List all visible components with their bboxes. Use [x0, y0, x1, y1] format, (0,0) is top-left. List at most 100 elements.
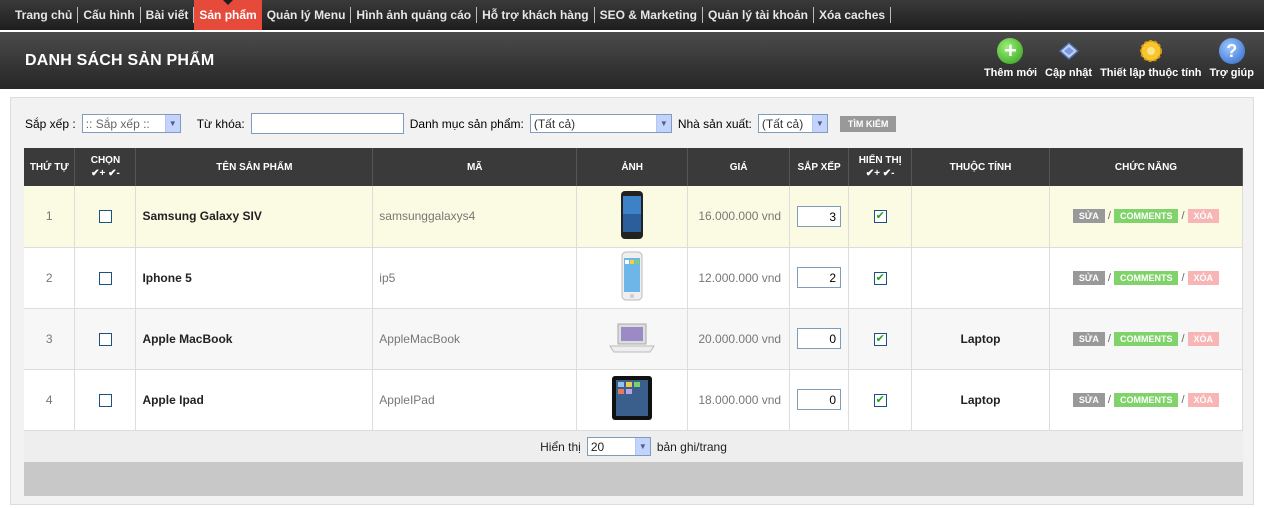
update-button[interactable]: Cập nhật [1045, 38, 1092, 79]
delete-button[interactable]: XÓA [1187, 331, 1220, 346]
attribute-settings-label: Thiết lập thuộc tính [1100, 67, 1202, 79]
visible-all-icon[interactable]: ✔+ ✔- [866, 168, 895, 179]
header-code: MÃ [372, 148, 578, 186]
edit-button[interactable]: SỬA [1072, 209, 1105, 224]
row-select-cell [74, 186, 137, 248]
edit-button[interactable]: SỬA [1072, 270, 1105, 285]
visible-cell [848, 369, 913, 431]
action-sep: / [1107, 210, 1111, 223]
sort-cell: 3 [789, 186, 850, 248]
category-label: Danh mục sản phẩm: [409, 116, 524, 131]
action-sep: / [1181, 393, 1185, 406]
delete-button[interactable]: XÓA [1187, 392, 1220, 407]
comments-button[interactable]: COMMENTS [1113, 331, 1179, 346]
visible-checkbox[interactable] [873, 209, 887, 224]
row-checkbox[interactable] [98, 393, 112, 407]
product-attribute [911, 247, 1050, 309]
comments-button[interactable]: COMMENTS [1113, 270, 1179, 285]
chevron-down-icon: ▼ [811, 115, 827, 132]
sort-order-input[interactable]: 2 [797, 267, 842, 288]
header-sort: SẮP XẾP [789, 148, 850, 186]
select-all-icon[interactable]: ✔+ ✔- [91, 168, 120, 179]
table-row: 2 Iphone 5 ip5 12.000.000 vnd 2 SỬA/ COM… [24, 247, 1244, 309]
comments-button[interactable]: COMMENTS [1113, 392, 1179, 407]
visible-checkbox[interactable] [873, 332, 887, 346]
per-page-select[interactable]: 20 ▼ [586, 437, 651, 456]
toolbar: + Thêm mới Cập nhật Thiết lập thuộc tính… [984, 38, 1254, 79]
table-row: 4 Apple Ipad AppleIPad 18.000.000 vnd 0 … [24, 369, 1244, 431]
row-checkbox[interactable] [98, 210, 112, 224]
nav-item-ads[interactable]: Hình ảnh quảng cáo [351, 0, 476, 30]
header-attribute: THUỘC TÍNH [911, 148, 1050, 186]
sort-select-value: :: Sắp xếp :: [85, 116, 150, 131]
delete-button[interactable]: XÓA [1187, 209, 1220, 224]
header-visible[interactable]: HIỂN THỊ ✔+ ✔- [848, 148, 913, 186]
category-select[interactable]: (Tất cả) ▼ [529, 114, 672, 133]
keyword-input[interactable] [250, 113, 404, 134]
nav-item-seo[interactable]: SEO & Marketing [595, 0, 702, 30]
visible-checkbox[interactable] [873, 393, 887, 407]
page-header: DANH SÁCH SẢN PHẨM + Thêm mới Cập nhật T… [0, 32, 1264, 89]
nav-item-accounts[interactable]: Quản lý tài khoản [703, 0, 813, 30]
plus-icon: + [997, 38, 1024, 64]
actions-cell: SỬA / COMMENTS / XÓA [1049, 186, 1244, 248]
actions-cell: SỬA / COMMENTS / XÓA [1049, 308, 1244, 370]
update-icon [1056, 38, 1082, 64]
nav-item-menu[interactable]: Quản lý Menu [262, 0, 351, 30]
product-code: ip5 [372, 247, 578, 309]
sort-order-input[interactable]: 0 [797, 328, 842, 349]
chevron-down-icon: ▼ [655, 115, 671, 132]
product-attribute: Laptop [911, 369, 1050, 431]
nav-item-posts[interactable]: Bài viết [141, 0, 194, 30]
visible-checkbox[interactable] [873, 271, 887, 285]
phone-image [621, 251, 643, 301]
gear-icon [1138, 38, 1164, 64]
delete-button[interactable]: XÓA [1187, 270, 1220, 285]
sort-order-input[interactable]: 0 [797, 389, 842, 410]
edit-button[interactable]: SỬA [1072, 392, 1105, 407]
product-name[interactable]: Apple MacBook [135, 308, 374, 370]
product-name[interactable]: Samsung Galaxy SIV [135, 186, 374, 248]
update-label: Cập nhật [1045, 67, 1093, 79]
product-image-cell [576, 247, 689, 309]
product-image-cell [576, 369, 689, 431]
help-button[interactable]: ? Trợ giúp [1210, 38, 1254, 79]
row-select-cell [74, 247, 137, 309]
maker-select-value: (Tất cả) [761, 116, 804, 131]
comments-button[interactable]: COMMENTS [1113, 209, 1179, 224]
nav-item-support[interactable]: Hỗ trợ khách hàng [477, 0, 594, 30]
product-price: 12.000.000 vnd [687, 247, 791, 309]
product-name[interactable]: Apple Ipad [135, 369, 374, 431]
row-order: 3 [24, 308, 76, 370]
sort-select[interactable]: :: Sắp xếp :: ▼ [81, 114, 181, 133]
nav-item-clear-cache[interactable]: Xóa caches [814, 0, 890, 30]
nav-item-home[interactable]: Trang chủ [10, 0, 77, 30]
action-sep: / [1107, 332, 1111, 345]
sort-cell: 0 [789, 308, 850, 370]
per-page-suffix: bản ghi/trang [656, 439, 727, 454]
header-visible-label: HIỂN THỊ [858, 155, 902, 166]
product-image-cell [576, 186, 689, 248]
header-select[interactable]: CHỌN ✔+ ✔- [74, 148, 137, 186]
row-checkbox[interactable] [98, 271, 112, 285]
nav-item-config[interactable]: Cấu hình [78, 0, 139, 30]
actions-cell: SỬA / COMMENTS / XÓA [1049, 247, 1244, 309]
product-table: THỨ TỰ CHỌN ✔+ ✔- TÊN SẢN PHẨM MÃ ẢNH GIÁ… [24, 148, 1244, 431]
help-icon: ? [1218, 38, 1245, 64]
maker-select[interactable]: (Tất cả) ▼ [757, 114, 828, 133]
header-select-label: CHỌN [90, 155, 121, 166]
row-checkbox[interactable] [98, 332, 112, 346]
actions-cell: SỬA / COMMENTS / XÓA [1049, 369, 1244, 431]
sort-order-input[interactable]: 3 [797, 205, 842, 227]
maker-label: Nhà sản xuất: [677, 116, 752, 131]
row-order: 2 [24, 247, 76, 309]
pagination-bar: Hiển thị 20 ▼ bản ghi/trang [24, 431, 1243, 462]
product-panel: Sắp xếp : :: Sắp xếp :: ▼ Từ khóa: Danh … [10, 97, 1254, 505]
add-new-button[interactable]: + Thêm mới [984, 38, 1037, 79]
edit-button[interactable]: SỬA [1072, 331, 1105, 346]
attribute-settings-button[interactable]: Thiết lập thuộc tính [1100, 38, 1202, 79]
nav-item-products[interactable]: Sản phẩm [194, 0, 262, 30]
product-name[interactable]: Iphone 5 [135, 247, 374, 309]
visible-cell [848, 247, 913, 309]
search-button[interactable]: TÌM KIẾM [839, 115, 897, 132]
